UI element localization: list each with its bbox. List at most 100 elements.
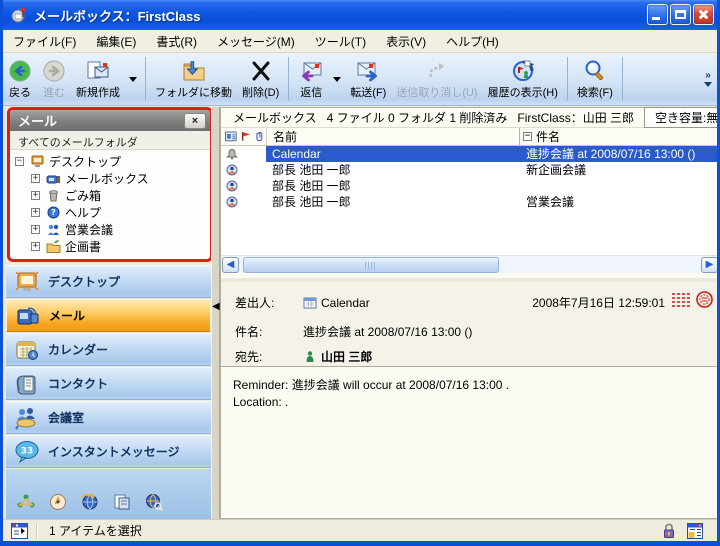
menu-help[interactable]: ヘルプ(H) xyxy=(436,30,509,53)
body-line: Reminder: 進捗会議 will occur at 2008/07/16 … xyxy=(233,377,719,394)
column-header-subject[interactable]: − 件名 xyxy=(519,128,719,145)
tree-item-desktop[interactable]: − デスクトップ xyxy=(10,153,210,170)
back-button[interactable]: 戻る xyxy=(3,55,37,103)
menu-tools[interactable]: ツール(T) xyxy=(305,30,376,53)
globe-sync-icon[interactable] xyxy=(80,493,100,511)
menu-edit[interactable]: 編集(E) xyxy=(86,30,146,53)
mail-panel-header[interactable]: メール × xyxy=(10,110,210,131)
from-value[interactable]: Calendar xyxy=(321,296,370,310)
tree-item-label: デスクトップ xyxy=(49,153,121,170)
message-state-column-icon[interactable] xyxy=(225,131,237,142)
expand-icon[interactable]: + xyxy=(31,208,40,217)
collapse-sidebar-icon[interactable]: ◀ xyxy=(212,301,220,312)
panel-close-button[interactable]: × xyxy=(184,113,206,129)
sidebar-item-calendar[interactable]: カレンダー xyxy=(6,333,211,366)
contacts-icon xyxy=(14,372,40,396)
tree-item-help[interactable]: + ? ヘルプ xyxy=(10,204,210,221)
sidebar-item-instant-message[interactable]: 33 インスタントメッセージ xyxy=(6,435,211,468)
close-button[interactable] xyxy=(693,4,714,25)
forward-button[interactable]: 進む xyxy=(37,55,71,103)
workgroup-icon[interactable] xyxy=(16,493,36,511)
compass-icon[interactable] xyxy=(48,493,68,511)
to-value[interactable]: 山田 三郎 xyxy=(321,348,372,365)
sidebar-icon-strip xyxy=(6,469,211,519)
message-sender: 部長 池田 一郎 xyxy=(266,162,519,178)
minimize-button[interactable] xyxy=(647,4,668,25)
scroll-right-icon[interactable]: ▶ xyxy=(701,257,718,273)
reply-dropdown-icon[interactable] xyxy=(333,77,341,82)
pane-splitter[interactable] xyxy=(211,107,220,519)
horizontal-scrollbar[interactable]: ◀ ▶ xyxy=(221,255,719,273)
message-subject xyxy=(519,178,719,194)
tree-item-sales-conference[interactable]: + 営業会議 xyxy=(10,221,210,238)
unsend-icon xyxy=(425,58,449,84)
caption-buttons xyxy=(647,4,714,25)
message-row[interactable]: 部長 池田 一郎 営業会議 xyxy=(221,194,719,210)
folder-tree: − デスクトップ + メールボックス + ごみ箱 + ? ヘルプ + xyxy=(10,150,210,255)
message-row[interactable]: Calendar 進捗会議 at 2008/07/16 13:00 () xyxy=(221,146,719,162)
scroll-left-icon[interactable]: ◀ xyxy=(222,257,239,273)
preview-subject-row: 件名: 進捗会議 at 2008/07/16 13:00 () xyxy=(235,323,472,340)
desktop-icon xyxy=(14,270,40,294)
search-button[interactable]: 検索(F) xyxy=(572,55,618,103)
mail-icon xyxy=(15,304,41,328)
message-subject: 進捗会議 at 2008/07/16 13:00 () xyxy=(519,146,719,162)
unsend-button[interactable]: 送信取り消し(U) xyxy=(391,55,482,103)
sidebar-item-label: 会議室 xyxy=(48,409,84,426)
message-sender: 部長 池田 一郎 xyxy=(266,178,519,194)
news-documents-icon[interactable] xyxy=(112,493,132,511)
new-message-dropdown-icon[interactable] xyxy=(129,77,137,82)
sidebar-item-contacts[interactable]: コンタクト xyxy=(6,367,211,400)
expand-icon[interactable]: + xyxy=(31,242,40,251)
layout-view-icon[interactable] xyxy=(687,523,703,539)
tree-item-trash[interactable]: + ごみ箱 xyxy=(10,187,210,204)
collapse-column-icon[interactable]: − xyxy=(523,132,532,141)
tree-item-label: 企画書 xyxy=(65,238,101,255)
forward-mail-button[interactable]: 転送(F) xyxy=(345,55,391,103)
menu-view[interactable]: 表示(V) xyxy=(376,30,436,53)
preview-to-row: 宛先: 山田 三郎 xyxy=(235,348,372,365)
attachment-column-icon[interactable] xyxy=(254,131,266,142)
sidebar-item-label: インスタントメッセージ xyxy=(48,443,180,460)
status-separator xyxy=(36,523,37,539)
menu-message[interactable]: メッセージ(M) xyxy=(207,30,305,53)
forward-mail-icon xyxy=(355,58,381,84)
title-bar[interactable]: メールボックス：FirstClass xyxy=(0,0,720,30)
calendar-icon xyxy=(14,338,40,362)
reply-button[interactable]: 返信 xyxy=(293,55,329,103)
sidebar-item-label: デスクトップ xyxy=(48,273,120,290)
sidebar-item-conference[interactable]: 会議室 xyxy=(6,401,211,434)
flag-column-icon[interactable] xyxy=(240,131,252,142)
scrollbar-thumb[interactable] xyxy=(243,257,499,273)
expand-icon[interactable]: + xyxy=(31,225,40,234)
column-header-name[interactable]: 名前 xyxy=(266,128,519,145)
move-to-folder-button[interactable]: フォルダに移動 xyxy=(150,55,237,103)
list-column-header: 名前 − 件名 xyxy=(221,128,719,146)
message-date: 2008年7月16日 12:59:01 xyxy=(532,294,665,311)
sidebar-item-desktop[interactable]: デスクトップ xyxy=(6,265,211,298)
row-icon-gutter xyxy=(221,180,266,192)
split-view-icon[interactable] xyxy=(11,523,28,539)
toolbar-separator xyxy=(145,57,146,101)
expand-icon[interactable]: + xyxy=(31,191,40,200)
mailbox-icon xyxy=(46,172,61,185)
menu-file[interactable]: ファイル(F) xyxy=(3,30,86,53)
maximize-button[interactable] xyxy=(670,4,691,25)
message-list: Calendar 進捗会議 at 2008/07/16 13:00 () 部長 … xyxy=(221,146,719,210)
tree-item-planning-docs[interactable]: + 企画書 xyxy=(10,238,210,255)
toolbar-overflow-button[interactable]: » xyxy=(701,68,715,91)
message-row[interactable]: 部長 池田 一郎 xyxy=(221,178,719,194)
collapse-expander-icon[interactable]: − xyxy=(15,157,24,166)
message-row[interactable]: 部長 池田 一郎 新企画会議 xyxy=(221,162,719,178)
app-logo-icon xyxy=(10,6,28,24)
delete-button[interactable]: 削除(D) xyxy=(237,55,284,103)
reply-icon xyxy=(298,58,324,84)
history-button[interactable]: 履歴の表示(H) xyxy=(483,55,563,103)
status-bar: 1 アイテムを選択 xyxy=(3,519,717,541)
sidebar-item-mail[interactable]: メール xyxy=(6,299,211,332)
expand-icon[interactable]: + xyxy=(31,174,40,183)
tree-item-mailbox[interactable]: + メールボックス xyxy=(10,170,210,187)
new-message-button[interactable]: 新規作成 xyxy=(71,55,125,103)
web-search-icon[interactable] xyxy=(144,493,164,511)
menu-format[interactable]: 書式(R) xyxy=(146,30,207,53)
